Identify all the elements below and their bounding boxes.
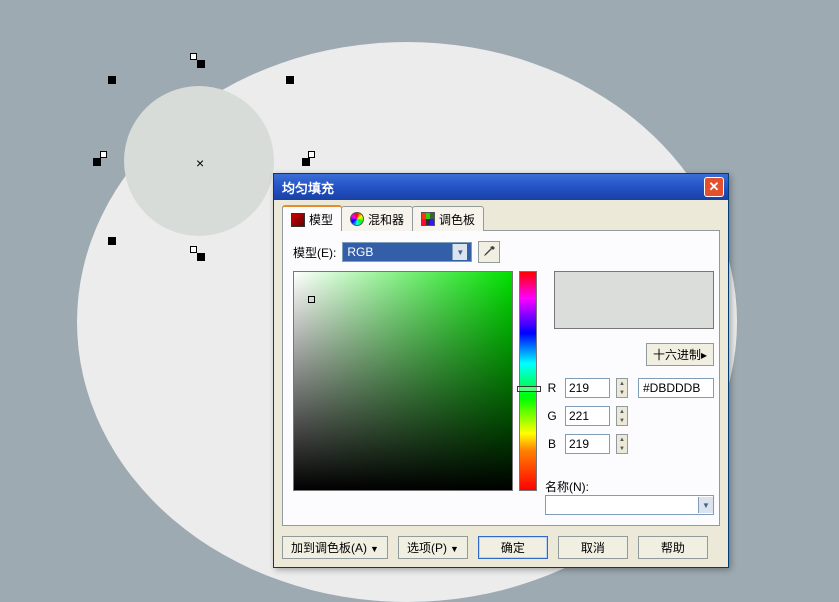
selection-handle[interactable] [108,237,116,245]
close-button[interactable]: ✕ [704,177,724,197]
g-spinner[interactable]: ▲▼ [616,406,628,426]
options-button[interactable]: 选项(P)▼ [398,536,468,559]
titlebar[interactable]: 均匀填充 ✕ [274,174,728,200]
cancel-button[interactable]: 取消 [558,536,628,559]
sv-cursor[interactable] [308,296,315,303]
tab-mixer[interactable]: 混和器 [341,206,413,231]
chevron-down-icon: ▼ [452,244,467,260]
model-icon [291,213,305,227]
tab-label: 混和器 [368,211,404,228]
g-input[interactable]: 221 [565,406,610,426]
tab-label: 调色板 [439,211,475,228]
tab-label: 模型 [309,211,333,228]
palette-icon [421,212,435,226]
tab-model[interactable]: 模型 [282,205,342,231]
selection-handle-edge[interactable] [190,246,197,253]
model-label: 模型(E): [293,244,336,261]
hue-cursor[interactable] [517,386,541,392]
selection-handle-edge[interactable] [100,151,107,158]
b-label: B [545,437,559,451]
selection-handle[interactable] [286,76,294,84]
name-combo[interactable]: ▼ [545,495,714,515]
eyedropper-icon [482,245,496,259]
selection-handle-edge[interactable] [308,151,315,158]
dialog-title: 均匀填充 [278,178,704,197]
uniform-fill-dialog: 均匀填充 ✕ 模型 混和器 调色板 模型(E): RGB [273,173,729,568]
ok-button[interactable]: 确定 [478,536,548,559]
tab-strip: 模型 混和器 调色板 [282,206,720,231]
hex-input[interactable]: #DBDDDB [638,378,714,398]
r-spinner[interactable]: ▲▼ [616,378,628,398]
color-preview [554,271,714,329]
chevron-down-icon: ▼ [370,544,379,554]
selection-handle[interactable] [108,76,116,84]
tab-content-model: 模型(E): RGB ▼ [282,230,720,526]
add-to-palette-button[interactable]: 加到调色板(A)▼ [282,536,388,559]
help-button[interactable]: 帮助 [638,536,708,559]
r-label: R [545,381,559,395]
b-input[interactable]: 219 [565,434,610,454]
hex-mode-button[interactable]: 十六进制▸ [646,343,714,366]
selection-center-marker: × [196,155,204,171]
g-label: G [545,409,559,423]
selection-handle[interactable] [93,158,101,166]
hue-slider[interactable] [519,271,537,491]
r-input[interactable]: 219 [565,378,610,398]
dialog-button-row: 加到调色板(A)▼ 选项(P)▼ 确定 取消 帮助 [282,536,720,559]
chevron-down-icon: ▼ [698,497,713,513]
model-combo[interactable]: RGB ▼ [342,242,472,262]
name-label: 名称(N): [545,478,714,495]
selection-handle[interactable] [197,253,205,261]
selection-handle-edge[interactable] [190,53,197,60]
saturation-value-picker[interactable] [293,271,513,491]
close-icon: ✕ [709,179,720,195]
model-combo-value: RGB [347,245,373,259]
b-spinner[interactable]: ▲▼ [616,434,628,454]
tab-palette[interactable]: 调色板 [412,206,484,231]
chevron-down-icon: ▼ [450,544,459,554]
selection-handle[interactable] [197,60,205,68]
selection-handle[interactable] [302,158,310,166]
eyedropper-button[interactable] [478,241,500,263]
mixer-icon [350,212,364,226]
